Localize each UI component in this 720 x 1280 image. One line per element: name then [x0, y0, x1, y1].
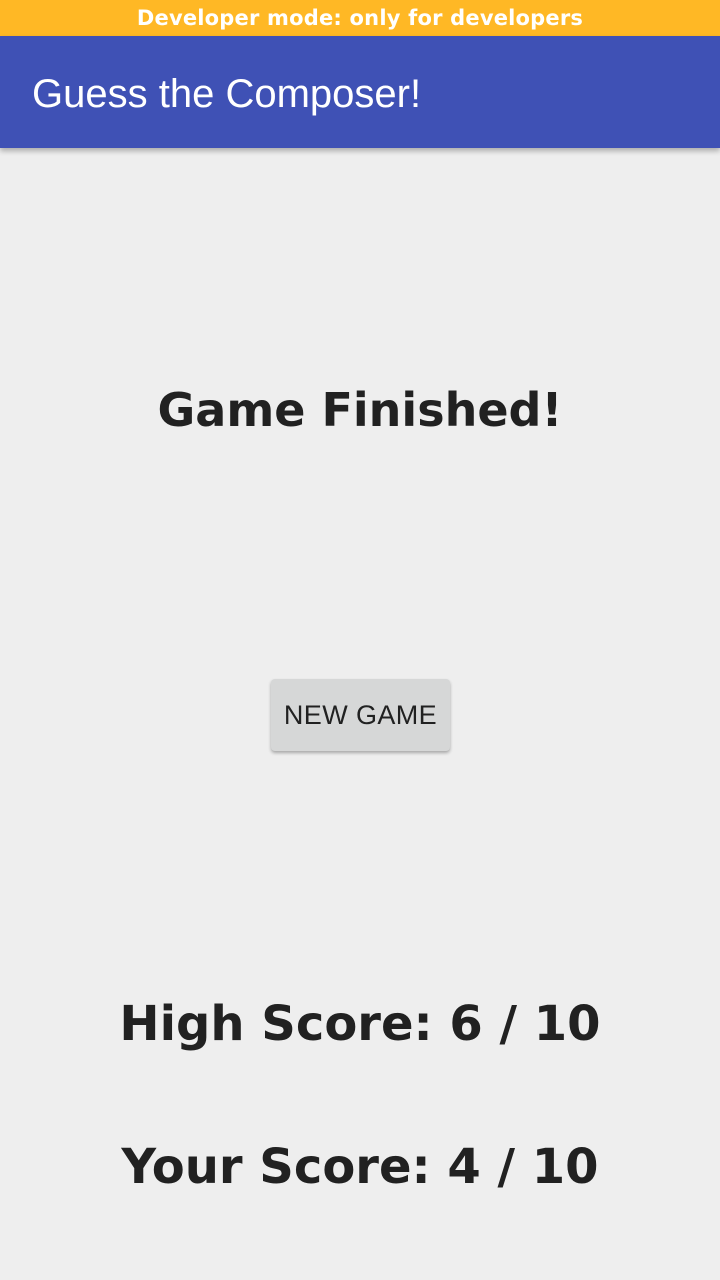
app-bar: Guess the Composer! — [0, 36, 720, 148]
developer-mode-banner: Developer mode: only for developers — [0, 0, 720, 36]
your-score-text: Your Score: 4 / 10 — [121, 1139, 599, 1195]
high-score-text: High Score: 6 / 10 — [119, 996, 601, 1052]
app-title: Guess the Composer! — [32, 72, 422, 116]
game-finished-screen: Developer mode: only for developers Gues… — [0, 0, 720, 1280]
game-finished-heading: Game Finished! — [157, 383, 563, 437]
new-game-button[interactable]: NEW GAME — [271, 679, 450, 751]
